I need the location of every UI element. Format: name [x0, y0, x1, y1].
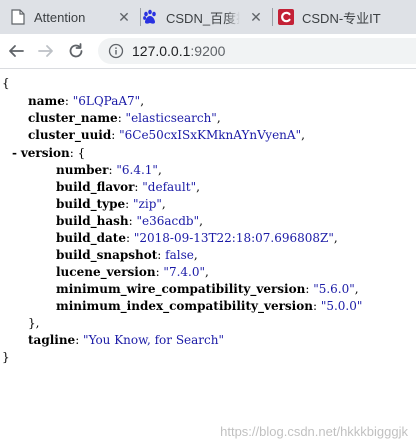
tab-divider	[272, 8, 273, 26]
json-row-build-type: build_type: "zip",	[56, 197, 166, 211]
url-host: 127.0.0.1	[132, 43, 191, 59]
json-viewer: { name: "6LQPaA7", cluster_name: "elasti…	[0, 69, 416, 447]
baidu-paw-icon	[142, 9, 158, 25]
forward-button[interactable]	[36, 41, 56, 61]
json-version-close: },	[28, 316, 40, 330]
json-row-build-flavor: build_flavor: "default",	[56, 180, 200, 194]
tab-title: CSDN-专业IT	[302, 10, 381, 26]
info-icon[interactable]	[108, 43, 124, 59]
json-row-cluster-uuid: cluster_uuid: "6Ce50cxISxKMknAYnVyenA",	[28, 128, 305, 142]
json-row-tagline: tagline: "You Know, for Search"	[28, 333, 225, 347]
tab-attention[interactable]: Attention ✕	[10, 0, 136, 34]
json-open-brace: {	[2, 76, 10, 90]
json-row-lucene-version: lucene_version: "7.4.0",	[56, 265, 209, 279]
tab-title: CSDN_百度搜	[166, 10, 240, 26]
json-row-build-date: build_date: "2018-09-13T22:18:07.696808Z…	[56, 231, 338, 245]
tab-title: Attention	[34, 9, 86, 25]
arrow-left-icon	[9, 45, 24, 57]
back-button[interactable]	[6, 41, 26, 61]
browser-toolbar: 127.0.0.1:9200	[0, 34, 416, 69]
address-bar[interactable]: 127.0.0.1:9200	[98, 38, 416, 64]
tab-csdn-pro[interactable]: CSDN-专业IT	[278, 0, 416, 34]
json-row-number: number: "6.4.1",	[56, 163, 162, 177]
close-icon[interactable]: ✕	[116, 9, 132, 25]
json-row-build-hash: build_hash: "e36acdb",	[56, 214, 203, 228]
document-icon	[10, 9, 26, 25]
csdn-c-icon	[278, 9, 294, 25]
json-row-min-index: minimum_index_compatibility_version: "5.…	[56, 299, 363, 313]
close-icon[interactable]: ✕	[248, 9, 264, 25]
arrow-right-icon	[38, 45, 53, 57]
tab-divider	[140, 8, 141, 26]
tab-strip: Attention ✕ CSDN_百度搜 ✕ CSDN-专业IT	[0, 0, 416, 34]
url-text[interactable]: 127.0.0.1:9200	[132, 43, 225, 59]
json-row-min-wire: minimum_wire_compatibility_version: "5.6…	[56, 282, 359, 296]
tab-csdn-baidu[interactable]: CSDN_百度搜 ✕	[142, 0, 268, 34]
json-row-cluster-name: cluster_name: "elasticsearch",	[28, 111, 221, 125]
url-port: :9200	[190, 43, 226, 59]
json-row-name: name: "6LQPaA7",	[28, 94, 145, 108]
json-row-build-snapshot: build_snapshot: false,	[56, 248, 198, 262]
watermark: https://blog.csdn.net/hkkkbigggjk	[220, 424, 408, 439]
reload-button[interactable]	[66, 41, 86, 61]
json-row-version: - version: {	[12, 146, 86, 160]
reload-icon	[69, 43, 83, 58]
json-close-brace: }	[2, 350, 10, 364]
